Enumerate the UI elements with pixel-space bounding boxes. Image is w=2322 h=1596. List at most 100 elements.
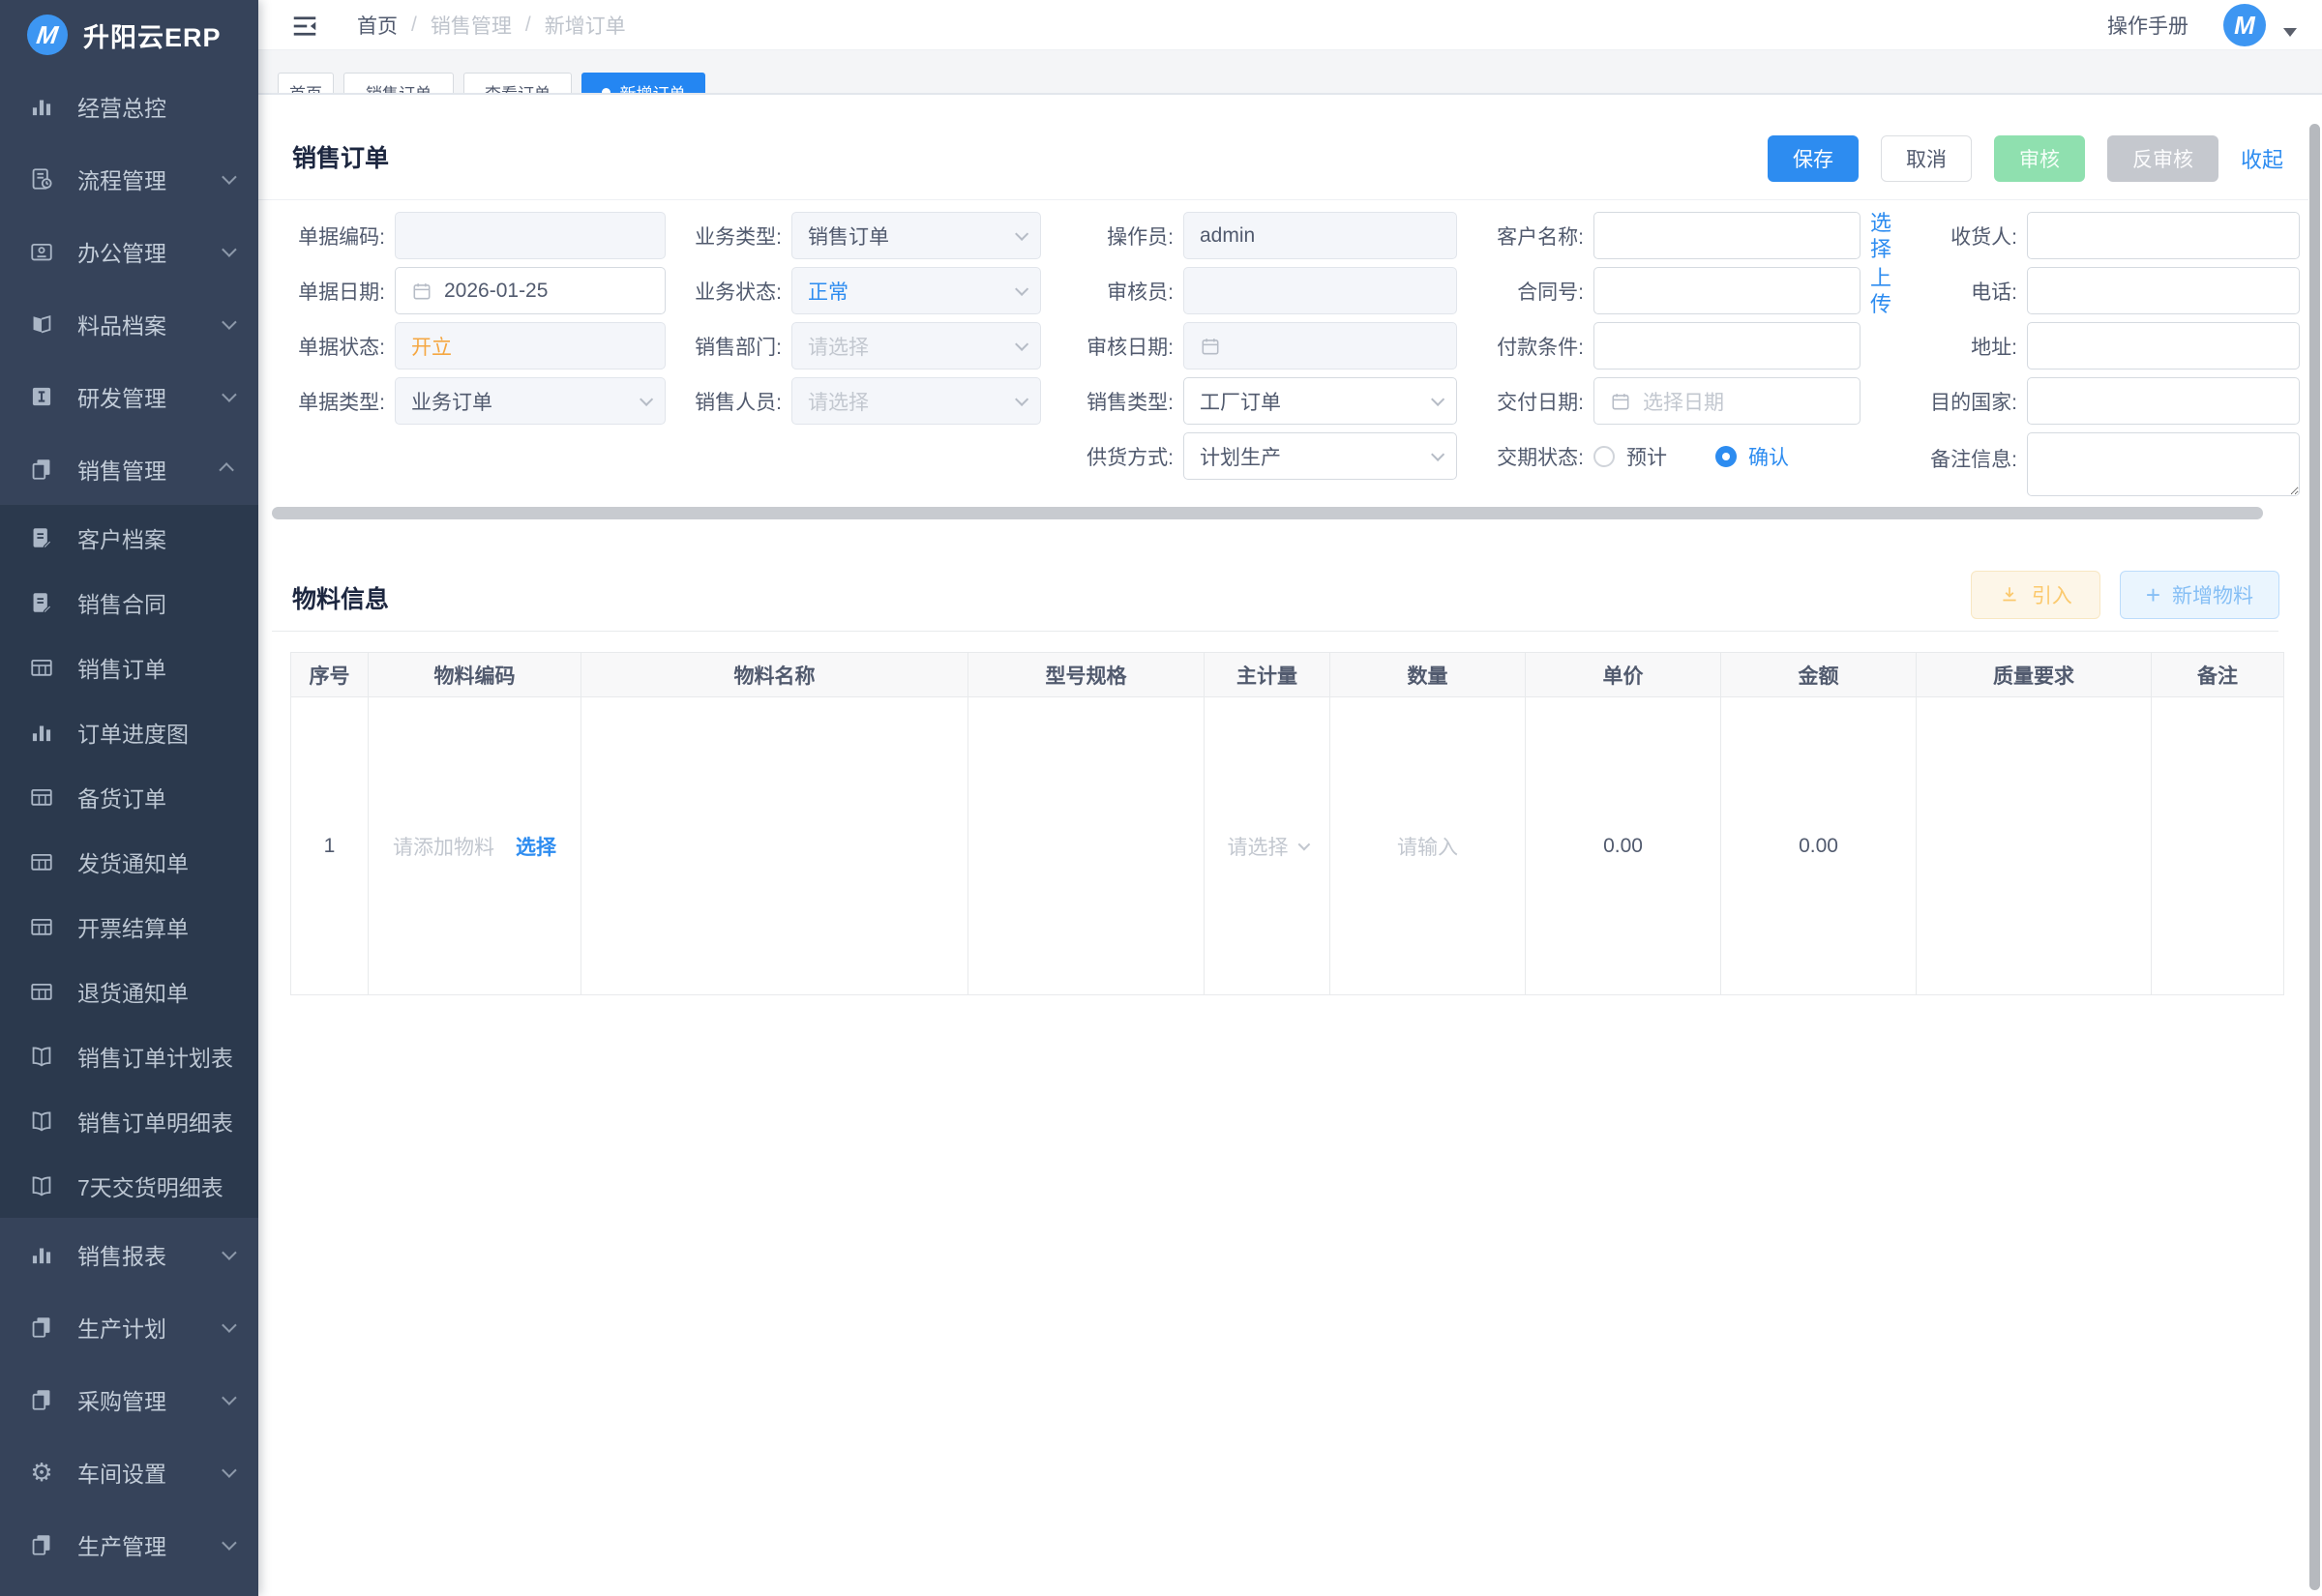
quantity-input[interactable]: 请输入: [1397, 837, 1458, 859]
bill-type-value: 业务订单: [411, 387, 492, 416]
receiver-field[interactable]: [2043, 213, 2283, 258]
field-label: 单据编码:: [281, 222, 395, 251]
reverse-audit-button[interactable]: 反审核: [2107, 135, 2218, 182]
sidebar-item-production-plan[interactable]: 生产计划: [0, 1290, 258, 1363]
phone-field[interactable]: [2043, 268, 2283, 313]
field-label: 销售部门:: [677, 332, 791, 361]
caret-down-icon[interactable]: [2283, 28, 2297, 37]
col-header-seq: 序号: [291, 653, 369, 697]
customer-field[interactable]: [1610, 213, 1844, 258]
customer-select-link[interactable]: 选择: [1870, 210, 1893, 262]
sidebar-item-material-archive[interactable]: 料品档案: [0, 287, 258, 360]
sidebar-item-stock-order[interactable]: 备货订单: [0, 764, 258, 829]
vertical-scrollbar[interactable]: [2309, 124, 2320, 1590]
bill-code-input[interactable]: [395, 212, 666, 259]
biz-type-select[interactable]: 销售订单: [791, 212, 1041, 259]
sidebar-item-process-mgmt[interactable]: 流程管理: [0, 142, 258, 215]
contract-upload-link[interactable]: 上传: [1870, 265, 1893, 317]
supply-mode-select[interactable]: 计划生产: [1183, 432, 1457, 480]
field-label: 交期状态:: [1485, 442, 1593, 471]
bill-date-picker[interactable]: 2026-01-25: [395, 267, 666, 314]
chevron-up-icon: [219, 462, 234, 478]
horizontal-scrollbar[interactable]: [272, 507, 2263, 519]
sidebar-item-sales-order-plan[interactable]: 销售订单计划表: [0, 1023, 258, 1088]
office-card-icon: [29, 239, 54, 264]
add-material-button[interactable]: + 新增物料: [2120, 571, 2279, 619]
sidebar-item-label: 销售管理: [77, 453, 215, 486]
delivery-date-picker[interactable]: 选择日期: [1593, 377, 1861, 425]
breadcrumb-current: 新增订单: [545, 11, 626, 40]
radio-label-confirm[interactable]: 确认: [1748, 442, 1789, 471]
radio-checked-icon[interactable]: [1715, 446, 1737, 467]
cell-quality-req: [1917, 697, 2152, 995]
tabs: 首页 销售订单 查看订单 新增订单: [278, 73, 705, 93]
chevron-down-icon: [222, 1245, 237, 1260]
doc-edit-icon: [29, 525, 54, 550]
breadcrumb-home[interactable]: 首页: [357, 11, 398, 40]
tab-sales-order[interactable]: 销售订单: [343, 73, 454, 93]
sidebar-item-purchase-mgmt[interactable]: 采购管理: [0, 1363, 258, 1435]
sidebar-item-order-progress[interactable]: 订单进度图: [0, 699, 258, 764]
sidebar-item-sales-mgmt[interactable]: 销售管理: [0, 432, 258, 505]
sidebar-item-business-overview[interactable]: 经营总控: [0, 70, 258, 142]
payment-terms-input[interactable]: [1593, 322, 1861, 369]
field-label: 供货方式:: [1082, 442, 1183, 471]
pages-icon: [29, 1387, 54, 1412]
cell-amount: 0.00: [1721, 697, 1917, 995]
sidebar-item-return-notice[interactable]: 退货通知单: [0, 959, 258, 1023]
payment-terms-field[interactable]: [1610, 323, 1844, 369]
bill-type-select[interactable]: 业务订单: [395, 377, 666, 425]
customer-input[interactable]: [1593, 212, 1861, 259]
sidebar-item-office-mgmt[interactable]: 办公管理: [0, 215, 258, 287]
save-button[interactable]: 保存: [1768, 135, 1859, 182]
collapse-link[interactable]: 收起: [2241, 143, 2283, 174]
sidebar-item-production-mgmt[interactable]: 生产管理: [0, 1508, 258, 1581]
contract-no-input[interactable]: [1593, 267, 1861, 314]
material-select-link[interactable]: 选择: [516, 832, 556, 861]
sidebar-item-shipping-notice[interactable]: 发货通知单: [0, 829, 258, 894]
radio-unchecked-icon[interactable]: [1593, 446, 1615, 467]
tab-view-order[interactable]: 查看订单: [463, 73, 572, 93]
phone-input[interactable]: [2027, 267, 2300, 314]
tab-new-order[interactable]: 新增订单: [581, 73, 705, 93]
remark-textarea[interactable]: [2027, 432, 2300, 496]
sales-type-select[interactable]: 工厂订单: [1183, 377, 1457, 425]
address-field[interactable]: [2043, 323, 2283, 369]
sidebar-item-processing-workshop[interactable]: 加工车间: [0, 1581, 258, 1596]
sidebar-item-sales-report[interactable]: 销售报表: [0, 1218, 258, 1290]
sidebar-item-label: 订单进度图: [77, 716, 233, 749]
tab-home[interactable]: 首页: [278, 73, 334, 93]
sidebar-item-label: 研发管理: [77, 380, 215, 413]
sidebar-item-sales-contract[interactable]: 销售合同: [0, 570, 258, 635]
radio-label-estimate[interactable]: 预计: [1626, 442, 1667, 471]
dest-country-input[interactable]: [2027, 377, 2300, 425]
audit-button[interactable]: 审核: [1994, 135, 2085, 182]
sidebar-item-rd-mgmt[interactable]: 研发管理: [0, 360, 258, 432]
table-grid-icon: [29, 784, 54, 810]
menu-fold-icon[interactable]: [290, 12, 319, 41]
app-root: M 升阳云ERP 经营总控 流程管理 办公管理 料品档案 研发管理: [0, 0, 2322, 1596]
manual-link[interactable]: 操作手册: [2107, 11, 2188, 40]
sidebar-item-customer-archive[interactable]: 客户档案: [0, 505, 258, 570]
avatar[interactable]: M: [2223, 4, 2266, 46]
sidebar-item-sales-order-detail[interactable]: 销售订单明细表: [0, 1088, 258, 1153]
sidebar-item-workshop-setting[interactable]: ⚙ 车间设置: [0, 1435, 258, 1508]
unit-select[interactable]: 请选择: [1228, 832, 1307, 861]
sidebar-item-label: 销售订单计划表: [77, 1040, 233, 1073]
chevron-down-icon: [222, 242, 237, 257]
sales-person-select[interactable]: 请选择: [791, 377, 1041, 425]
sidebar-item-label: 流程管理: [77, 163, 215, 195]
sidebar-item-invoice-settlement[interactable]: 开票结算单: [0, 894, 258, 959]
contract-no-field[interactable]: [1610, 268, 1844, 313]
sales-dept-select[interactable]: 请选择: [791, 322, 1041, 369]
receiver-input[interactable]: [2027, 212, 2300, 259]
breadcrumb-section[interactable]: 销售管理: [431, 11, 512, 40]
import-button[interactable]: 引入: [1971, 571, 2100, 619]
biz-status-select[interactable]: 正常: [791, 267, 1041, 314]
cell-remark: [2152, 697, 2284, 995]
dest-country-field[interactable]: [2043, 378, 2283, 424]
sidebar-item-sales-order[interactable]: 销售订单: [0, 635, 258, 699]
address-input[interactable]: [2027, 322, 2300, 369]
sidebar-item-delivery-7day-detail[interactable]: 7天交货明细表: [0, 1153, 258, 1218]
cancel-button[interactable]: 取消: [1881, 135, 1972, 182]
